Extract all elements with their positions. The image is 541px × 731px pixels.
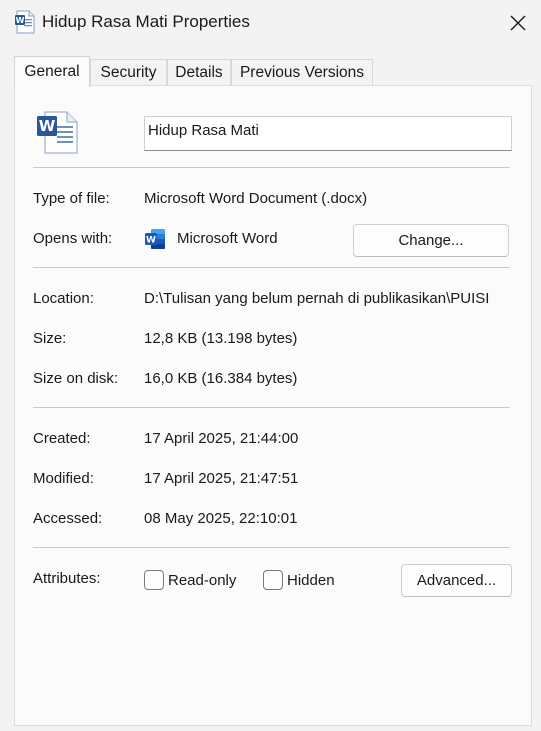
tab-general[interactable]: General [14,56,90,87]
opens-with-value: Microsoft Word [177,230,278,247]
close-button[interactable] [495,0,541,46]
opens-with-label: Opens with: [33,230,113,247]
file-name-input[interactable]: Hidup Rasa Mati [144,116,512,151]
hidden-checkbox[interactable] [263,570,283,590]
created-label: Created: [33,430,91,447]
read-only-label[interactable]: Read-only [168,572,236,589]
modified-value: 17 April 2025, 21:47:51 [144,470,299,487]
divider [33,407,510,408]
type-of-file-value: Microsoft Word Document (.docx) [144,190,368,207]
microsoft-word-icon: W [145,229,165,249]
properties-dialog: W Hidup Rasa Mati Properties General Sec… [0,0,541,731]
svg-text:W: W [39,117,56,135]
attributes-label: Attributes: [33,570,101,587]
word-document-icon: W [37,111,78,154]
location-label: Location: [33,290,94,307]
location-value: D:\Tulisan yang belum pernah di publikas… [144,290,490,307]
hidden-label[interactable]: Hidden [287,572,335,589]
change-button[interactable]: Change... [353,224,509,257]
close-icon [510,15,526,31]
divider [33,547,510,548]
type-of-file-label: Type of file: [33,190,110,207]
size-on-disk-value: 16,0 KB (16.384 bytes) [144,370,298,387]
advanced-button[interactable]: Advanced... [401,564,512,597]
size-on-disk-label: Size on disk: [33,370,119,387]
divider [33,167,510,168]
modified-label: Modified: [33,470,94,487]
svg-text:W: W [146,236,156,246]
accessed-label: Accessed: [33,510,103,527]
accessed-value: 08 May 2025, 22:10:01 [144,510,298,527]
word-document-icon: W [15,10,35,34]
general-tab-panel: W Hidup Rasa Mati Type of file: Microsof… [14,85,532,726]
svg-text:W: W [16,16,25,25]
read-only-checkbox[interactable] [144,570,164,590]
window-title: Hidup Rasa Mati Properties [42,12,250,31]
tab-security[interactable]: Security [90,59,167,86]
title-bar: W Hidup Rasa Mati Properties [0,0,541,46]
tab-previous-versions[interactable]: Previous Versions [231,59,373,86]
size-label: Size: [33,330,67,347]
divider [33,267,510,268]
tab-details[interactable]: Details [167,59,231,86]
size-value: 12,8 KB (13.198 bytes) [144,330,298,347]
created-value: 17 April 2025, 21:44:00 [144,430,299,447]
